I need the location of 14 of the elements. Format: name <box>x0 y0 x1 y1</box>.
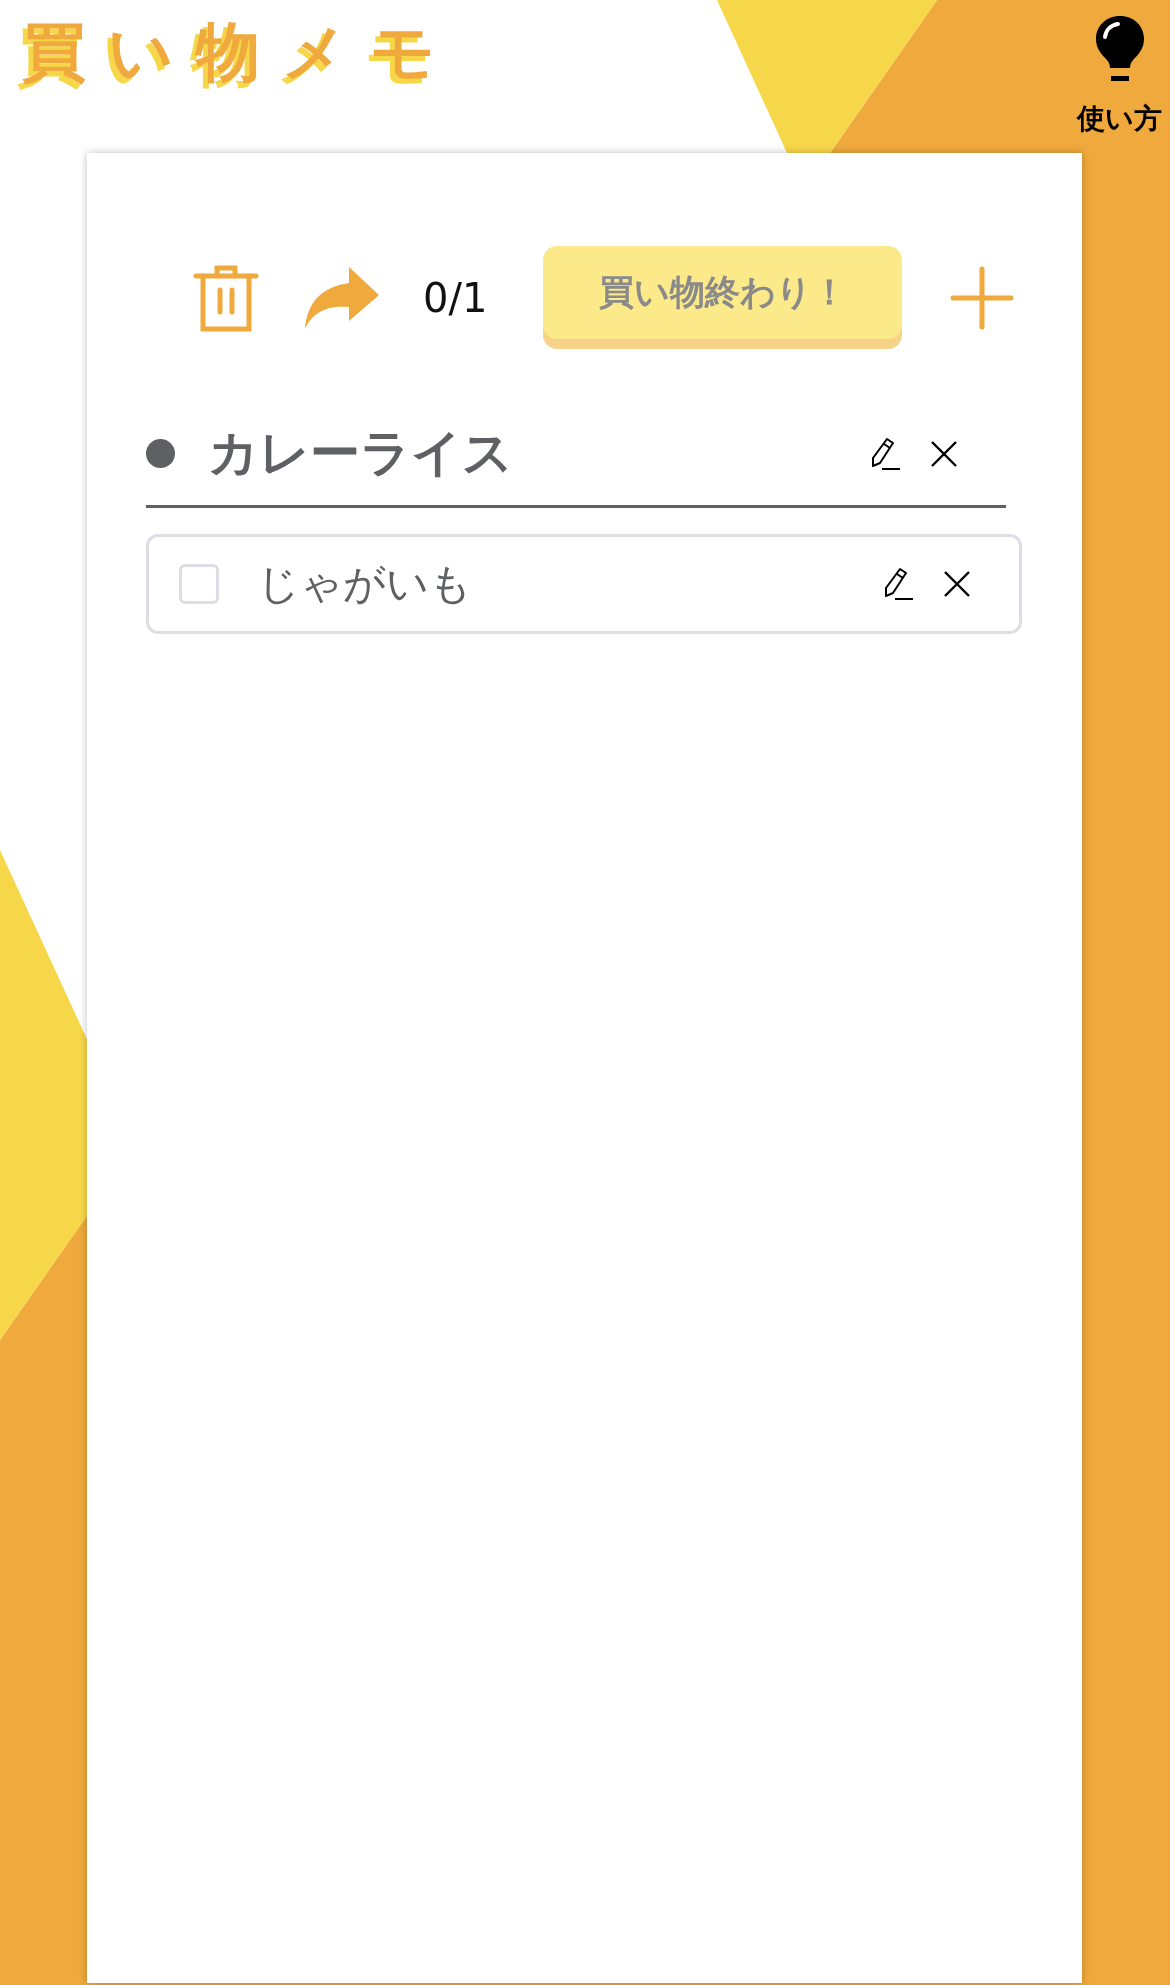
close-icon <box>943 570 971 598</box>
bullet-icon <box>146 439 175 468</box>
plus-icon <box>950 265 1014 330</box>
group-title: カレーライス <box>208 423 514 484</box>
delete-button[interactable] <box>930 439 958 468</box>
app-title: 買い物メモ <box>22 14 458 91</box>
progress-counter: 0/1 <box>423 274 489 321</box>
delete-button[interactable] <box>943 570 971 598</box>
trash-icon <box>193 263 259 332</box>
help-button[interactable]: 使い方 <box>1077 14 1162 138</box>
checkbox[interactable] <box>179 564 219 604</box>
item-name: じゃがいも <box>257 558 473 610</box>
close-icon <box>930 439 958 468</box>
share-arrow-icon <box>303 264 381 331</box>
